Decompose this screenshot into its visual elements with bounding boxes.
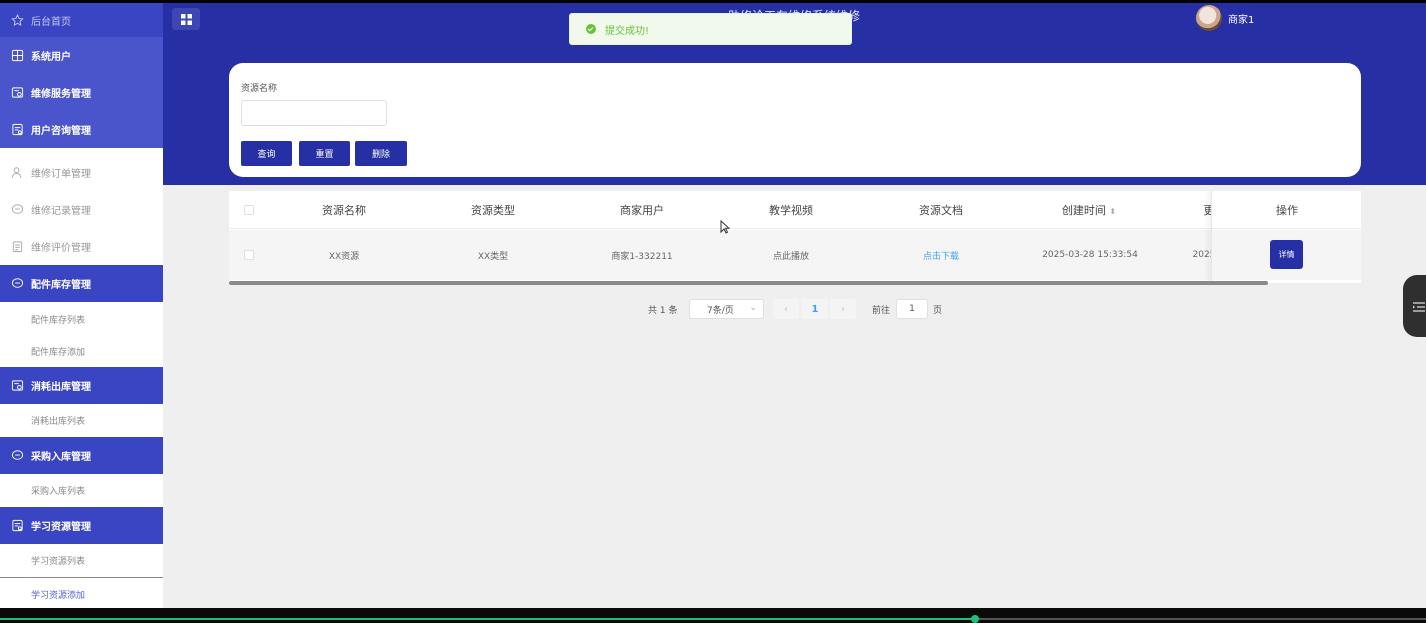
delete-button[interactable]: 删除 [355, 141, 407, 166]
star-icon [10, 13, 24, 27]
sidebar-item-label: 系统用户 [31, 52, 71, 63]
select-all-checkbox[interactable] [244, 204, 254, 215]
chevron-down-icon: ⌄ [749, 303, 757, 313]
column-header-actions: 操作 [1212, 191, 1361, 229]
column-header-video[interactable]: 教学视频 [769, 202, 813, 218]
reset-button[interactable]: 重置 [299, 141, 350, 166]
pagination: 共 1 条 7条/页 ⌄ ‹ 1 › 前往 1 页 [0, 299, 1426, 319]
sidebar-item-repair-reviews[interactable]: 维修评价管理 [0, 228, 163, 265]
sidebar-item-system-users[interactable]: 系统用户 [0, 37, 163, 74]
sidebar-item-label: 维修订单管理 [31, 169, 91, 180]
sidebar-item-label: 维修记录管理 [31, 206, 91, 217]
resource-table: 资源名称 资源类型 商家用户 教学视频 资源文档 创建时间 ⬍ 更 XX资源 X… [229, 191, 1361, 283]
column-header-name[interactable]: 资源名称 [322, 202, 366, 218]
action-cell: 详情 [1212, 230, 1361, 280]
page-number-button[interactable]: 1 [802, 299, 828, 319]
chat-icon [10, 203, 24, 217]
sidebar-item-repair-orders[interactable]: 维修订单管理 [0, 154, 163, 191]
page-size-value: 7条/页 [707, 305, 734, 316]
sidebar-item-purchase-in[interactable]: 采购入库管理 [0, 437, 163, 474]
menu-toggle-button[interactable] [172, 8, 200, 30]
check-circle-icon [586, 24, 596, 34]
sidebar-item-repair-records[interactable]: 维修记录管理 [0, 191, 163, 228]
sidebar-item-repair-service[interactable]: 维修服务管理 [0, 74, 163, 111]
column-header-created-label: 创建时间 [1061, 203, 1106, 217]
bottom-strip [0, 608, 1426, 623]
sidebar-item-label: 消耗出库管理 [31, 382, 91, 393]
cell-type: XX类型 [477, 251, 509, 262]
list-indent-icon [1413, 297, 1425, 316]
sidebar-item-label: 维修评价管理 [31, 243, 91, 254]
sidebar-item-label: 学习资源管理 [31, 522, 91, 533]
toast-message: 提交成功! [605, 25, 650, 37]
sidebar-subitem-purchase-list[interactable]: 采购入库列表 [0, 474, 163, 507]
goto-page-input[interactable]: 1 [896, 299, 928, 319]
sidebar-subitem-resource-add[interactable]: 学习资源添加 [0, 577, 163, 608]
sidebar-subitem-consumption-list[interactable]: 消耗出库列表 [0, 404, 163, 437]
sidebar-item-label: 用户咨询管理 [31, 126, 91, 137]
playback-progress-bar[interactable] [0, 618, 975, 620]
download-doc-link[interactable]: 点击下载 [923, 249, 959, 262]
detail-button[interactable]: 详情 [1270, 240, 1303, 269]
sidebar-item-parts-inventory[interactable]: 配件库存管理 [0, 265, 163, 302]
resource-name-label: 资源名称 [241, 84, 278, 94]
column-header-merchant[interactable]: 商家用户 [620, 202, 664, 218]
clipboard-icon [10, 240, 24, 254]
sidebar-item-label: 配件库存管理 [31, 280, 91, 291]
horizontal-scrollbar[interactable] [229, 281, 1268, 285]
chat-icon [10, 277, 24, 291]
chevron-left-icon: ‹ [784, 303, 788, 315]
sidebar-subitem-resource-list[interactable]: 学习资源列表 [0, 544, 163, 577]
play-video-link[interactable]: 点此播放 [773, 249, 809, 262]
sidebar-item-label: 后台首页 [31, 16, 71, 28]
goto-label: 前往 [872, 306, 891, 316]
user-name: 商家1 [1228, 14, 1255, 26]
cell-name: XX资源 [328, 251, 360, 262]
cell-created: 2025-03-28 15:33:54 [1042, 250, 1138, 260]
cart-icon [10, 379, 24, 393]
search-card: 资源名称 查询 重置 删除 [229, 63, 1361, 177]
avatar [1196, 5, 1222, 31]
next-page-button[interactable]: › [830, 299, 856, 319]
sidebar-item-home[interactable]: 后台首页 [0, 3, 163, 37]
sidebar-item-learning-resources[interactable]: 学习资源管理 [0, 507, 163, 544]
pagination-total: 共 1 条 [648, 306, 678, 316]
cart-icon [10, 86, 24, 100]
table-row: XX资源 XX类型 商家1-332211 点此播放 点击下载 2025-03-2… [229, 230, 1361, 280]
mouse-cursor-icon [720, 219, 731, 238]
column-header-type[interactable]: 资源类型 [471, 202, 515, 218]
column-header-doc[interactable]: 资源文档 [919, 202, 963, 218]
user-menu[interactable]: 商家1 [1196, 5, 1254, 31]
success-toast: 提交成功! [569, 13, 852, 45]
cell-merchant: 商家1-332211 [611, 251, 673, 262]
table-header: 资源名称 资源类型 商家用户 教学视频 资源文档 创建时间 ⬍ 更 [229, 191, 1361, 229]
app-screen: 后台首页 系统用户 维修服务管理 用户咨询管理 维修订单管理 维修记录管理 维修… [0, 3, 1426, 608]
sidebar-item-label: 采购入库管理 [31, 452, 91, 463]
row-checkbox[interactable] [244, 250, 254, 260]
sidebar-subitem-parts-add[interactable]: 配件库存添加 [0, 336, 163, 367]
floating-side-tab[interactable] [1403, 275, 1426, 337]
playback-remaining-bar[interactable] [975, 618, 1426, 620]
chat-icon [10, 449, 24, 463]
column-header-created[interactable]: 创建时间 ⬍ [1062, 202, 1116, 218]
query-button[interactable]: 查询 [241, 141, 292, 166]
page-unit-label: 页 [933, 306, 943, 316]
sort-icon[interactable]: ⬍ [1109, 207, 1116, 216]
resource-name-input[interactable] [241, 100, 387, 126]
user-icon [10, 166, 24, 180]
sidebar-item-label: 维修服务管理 [31, 89, 91, 100]
sidebar-item-user-consult[interactable]: 用户咨询管理 [0, 111, 163, 148]
doc-icon [10, 123, 24, 137]
apps-grid-icon [180, 10, 192, 29]
doc-icon [10, 519, 24, 533]
fixed-action-column: 操作 详情 [1211, 191, 1361, 283]
playback-progress-handle[interactable] [971, 615, 979, 623]
chevron-right-icon: › [841, 303, 845, 315]
prev-page-button[interactable]: ‹ [773, 299, 799, 319]
page-size-select[interactable]: 7条/页 ⌄ [689, 299, 764, 319]
grid-icon [10, 49, 24, 63]
sidebar-item-consumption-out[interactable]: 消耗出库管理 [0, 367, 163, 404]
